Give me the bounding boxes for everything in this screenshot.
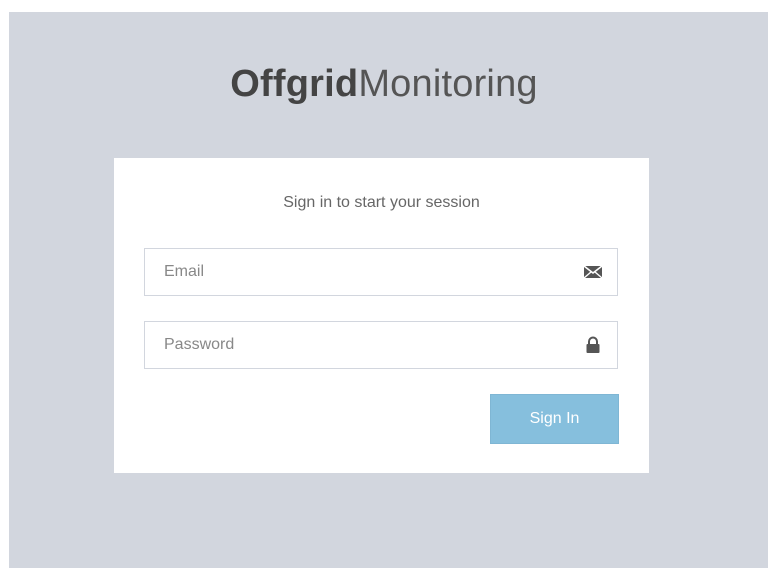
email-field bbox=[144, 248, 618, 296]
login-box: Sign in to start your session Sign In bbox=[114, 158, 649, 473]
sign-in-button[interactable]: Sign In bbox=[490, 394, 619, 444]
lock-icon bbox=[583, 336, 603, 354]
email-input[interactable] bbox=[145, 249, 575, 295]
password-input[interactable] bbox=[145, 322, 575, 368]
password-field bbox=[144, 321, 618, 369]
logo-bold-text: Offgrid bbox=[230, 63, 359, 105]
envelope-icon bbox=[583, 263, 603, 281]
app-logo: OffgridMonitoring bbox=[0, 60, 768, 108]
logo-light-text: Monitoring bbox=[358, 63, 538, 105]
login-box-message: Sign in to start your session bbox=[283, 194, 480, 211]
